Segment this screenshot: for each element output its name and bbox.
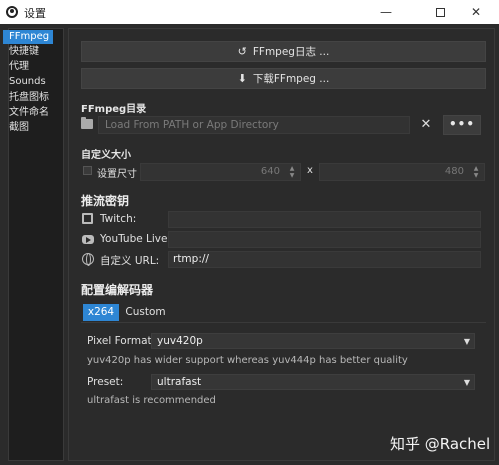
set-size-checkbox[interactable] <box>83 166 92 175</box>
preset-select[interactable]: ultrafast ▼ <box>151 374 475 390</box>
tab-x264[interactable]: x264 <box>83 304 119 321</box>
pixel-format-select[interactable]: yuv420p ▼ <box>151 333 475 349</box>
ffmpeg-log-label: FFmpeg日志 ... <box>252 46 330 58</box>
pixel-format-value: yuv420p <box>157 335 203 347</box>
minimize-button[interactable]: — <box>363 0 409 24</box>
twitch-label: Twitch: <box>100 213 137 225</box>
maximize-icon <box>435 8 445 17</box>
custom-url-label: 自定义 URL: <box>100 255 160 267</box>
clear-icon: ✕ <box>420 117 432 132</box>
sidebar-item-proxy[interactable]: 代理 <box>3 60 53 74</box>
browse-more-button[interactable]: ••• <box>443 115 481 135</box>
ffmpeg-dir-label: FFmpeg目录 <box>81 104 147 115</box>
width-spinbox[interactable]: 640 ▲ ▼ <box>140 163 301 181</box>
preset-label: Preset: <box>87 376 124 388</box>
youtube-icon <box>82 235 94 244</box>
globe-icon <box>82 253 94 266</box>
stream-keys-heading: 推流密钥 <box>81 194 130 208</box>
height-value: 480 <box>444 166 464 177</box>
sidebar-item-hotkeys[interactable]: 快捷键 <box>3 45 53 59</box>
download-icon: ⬇ <box>237 72 247 85</box>
chevron-down-icon: ▼ <box>463 378 470 387</box>
custom-size-label: 自定义大小 <box>81 150 131 161</box>
clear-path-button[interactable]: ✕ <box>418 116 434 134</box>
custom-url-input[interactable]: rtmp:// <box>168 251 481 268</box>
size-separator: x <box>307 165 313 176</box>
pixel-format-hint: yuv420p has wider support whereas yuv444… <box>87 355 408 366</box>
spin-arrows-icon[interactable]: ▲ ▼ <box>287 165 297 179</box>
watermark-text: 知乎 @Rachel <box>390 435 491 453</box>
sidebar-item-ffmpeg[interactable]: FFmpeg <box>3 30 53 44</box>
preset-hint: ultrafast is recommended <box>87 395 216 406</box>
ffmpeg-log-button[interactable]: ↺ FFmpeg日志 ... <box>81 41 486 62</box>
tab-custom[interactable]: Custom <box>123 304 168 321</box>
youtube-key-input[interactable] <box>168 231 481 248</box>
encoders-heading: 配置编解码器 <box>81 283 154 297</box>
sidebar-item-screenshot[interactable]: 截图 <box>3 121 53 135</box>
set-size-label: 设置尺寸 <box>97 169 137 180</box>
chevron-down-icon: ▼ <box>463 337 470 346</box>
minimize-icon: — <box>380 5 392 19</box>
ffmpeg-path-input[interactable]: Load From PATH or App Directory <box>98 116 410 134</box>
sidebar-item-sounds[interactable]: Sounds <box>3 75 53 89</box>
history-icon: ↺ <box>237 45 247 58</box>
folder-icon <box>81 117 93 129</box>
twitch-icon <box>82 213 93 224</box>
height-spinbox[interactable]: 480 ▲ ▼ <box>319 163 485 181</box>
twitch-key-input[interactable] <box>168 211 481 228</box>
pixel-format-label: Pixel Format: <box>87 335 156 347</box>
preset-value: ultrafast <box>157 376 202 388</box>
download-ffmpeg-label: 下载FFmpeg ... <box>252 73 330 85</box>
close-button[interactable]: ✕ <box>453 0 499 24</box>
window-title: 设置 <box>24 7 46 20</box>
title-bar: 设置 — ✕ <box>0 0 499 24</box>
width-value: 640 <box>260 166 280 177</box>
download-ffmpeg-button[interactable]: ⬇ 下载FFmpeg ... <box>81 68 486 89</box>
sidebar-item-tray-icon[interactable]: 托盘图标 <box>3 91 53 105</box>
sidebar-item-file-naming[interactable]: 文件命名 <box>3 106 53 120</box>
youtube-label: YouTube Live: <box>100 233 172 245</box>
app-icon <box>6 6 18 18</box>
spin-arrows-icon[interactable]: ▲ ▼ <box>471 165 481 179</box>
close-icon: ✕ <box>470 5 482 19</box>
